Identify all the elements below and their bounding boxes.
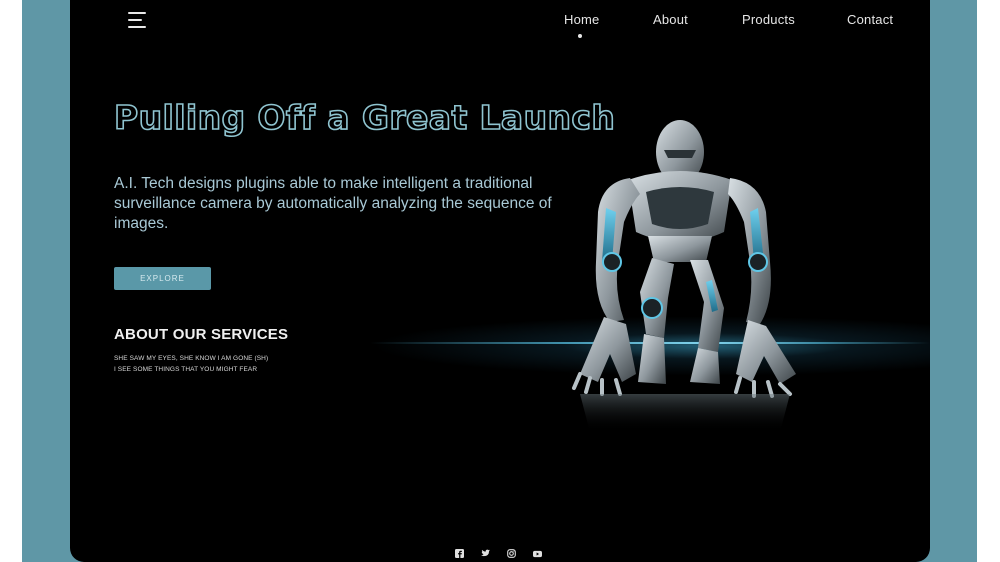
- nav-contact[interactable]: Contact: [847, 12, 893, 27]
- twitter-icon[interactable]: [481, 549, 490, 558]
- youtube-icon[interactable]: [533, 549, 542, 558]
- nav-about[interactable]: About: [653, 12, 688, 27]
- services-text-line: SHE SAW MY EYES, SHE KNOW I AM GONE (SH): [114, 355, 269, 362]
- hamburger-menu-icon[interactable]: [128, 12, 148, 28]
- explore-button[interactable]: EXPLORE: [114, 267, 211, 290]
- services-text-line: I SEE SOME THINGS THAT YOU MIGHT FEAR: [114, 366, 258, 373]
- website-screen: Home About Products Contact Pulling Off …: [70, 0, 930, 562]
- active-nav-indicator: [578, 34, 582, 38]
- nav-products[interactable]: Products: [742, 12, 795, 27]
- facebook-icon[interactable]: [455, 549, 464, 558]
- nav-home[interactable]: Home: [564, 12, 599, 27]
- services-heading: ABOUT OUR SERVICES: [114, 326, 289, 343]
- social-links: [455, 549, 542, 558]
- hero-description: A.I. Tech designs plugins able to make i…: [114, 175, 552, 232]
- robot-illustration: [572, 120, 796, 432]
- instagram-icon[interactable]: [507, 549, 516, 558]
